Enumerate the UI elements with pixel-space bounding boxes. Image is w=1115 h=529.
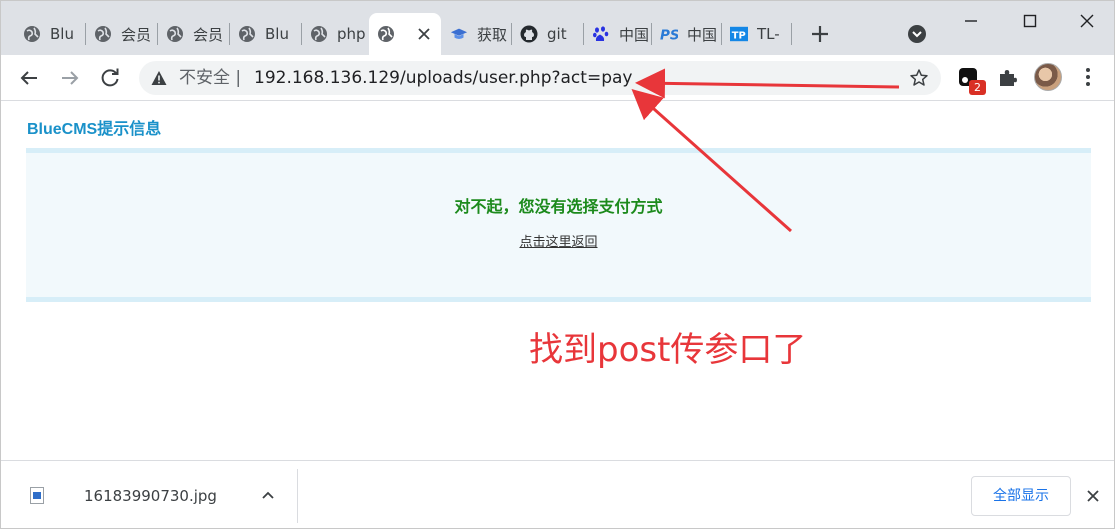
reload-icon[interactable] [97,65,123,91]
puzzle-piece-icon[interactable] [997,66,1019,88]
warning-icon[interactable] [151,70,167,86]
globe-icon [377,25,395,43]
url-text[interactable]: 192.168.136.129/uploads/user.php?act=pay [254,67,632,89]
tab-6-active[interactable] [369,13,441,55]
security-label: 不安全 | [179,68,242,88]
maximize-icon[interactable] [1018,9,1042,33]
back-link[interactable]: 点击这里返回 [26,231,1091,250]
bookmark-star-icon[interactable] [909,68,929,88]
tab-2[interactable]: 会员 [86,13,156,55]
tp-logo-icon: TP [730,25,748,43]
kebab-menu-icon[interactable] [1079,65,1097,89]
download-file-name[interactable]: 16183990730.jpg [84,487,217,505]
close-tab-icon[interactable] [415,25,433,43]
site-title: BlueCMS提示信息 [27,121,162,138]
globe-icon [310,25,328,43]
message-box: 对不起，您没有选择支付方式 点击这里返回 [26,148,1091,302]
tab-label: Blu [50,25,74,43]
close-download-bar-icon[interactable] [1085,488,1101,504]
page-content: BlueCMS提示信息 对不起，您没有选择支付方式 点击这里返回 [1,101,1114,460]
tab-1[interactable]: Blu [15,13,83,55]
tab-label: 中国 [619,25,650,44]
tab-search-icon[interactable] [906,23,928,45]
show-all-button[interactable]: 全部显示 [971,476,1071,516]
tab-strip: Blu 会员 会员 Blu php 获取 git 中国 PS 中国 TP TL- [1,1,1114,55]
github-icon [520,25,538,43]
tab-4[interactable]: Blu [230,13,300,55]
profile-avatar[interactable] [1034,63,1062,91]
globe-icon [166,25,184,43]
tab-11[interactable]: TP TL- [722,13,790,55]
annotation-note: 找到post传参口了 [529,330,807,370]
tab-label: 会员 [193,25,224,44]
globe-icon [23,25,41,43]
graduation-cap-icon [450,25,468,43]
tab-7[interactable]: 获取 [442,13,510,55]
tab-10[interactable]: PS 中国 [652,13,720,55]
download-bar: 16183990730.jpg 全部显示 [1,460,1114,528]
tab-label: 获取 [477,25,508,44]
minimize-icon[interactable] [959,9,983,33]
globe-icon [94,25,112,43]
tab-3[interactable]: 会员 [158,13,228,55]
svg-text:TP: TP [732,31,746,42]
extension-badge-count: 2 [969,80,986,95]
error-message: 对不起，您没有选择支付方式 [454,197,663,216]
globe-icon [238,25,256,43]
browser-toolbar: 不安全 | 192.168.136.129/uploads/user.php?a… [1,55,1114,101]
tab-9[interactable]: 中国 [584,13,650,55]
tab-8[interactable]: git [512,13,582,55]
image-file-icon [30,487,44,504]
address-bar[interactable]: 不安全 | 192.168.136.129/uploads/user.php?a… [139,61,941,95]
browser-window: Blu 会员 会员 Blu php 获取 git 中国 PS 中国 TP TL-… [0,0,1115,529]
svg-text:PS: PS [660,27,678,43]
forward-arrow-icon[interactable] [57,65,83,91]
back-arrow-icon[interactable] [16,65,42,91]
chevron-up-icon[interactable] [260,487,276,503]
ps-logo-icon: PS [660,25,678,43]
new-tab-icon[interactable] [807,21,833,47]
close-window-icon[interactable] [1075,9,1099,33]
tab-label: 会员 [121,25,152,44]
tab-label: git [547,25,567,43]
tab-label: TL- [757,25,780,43]
tab-label: Blu [265,25,289,43]
tab-label: 中国 [687,25,718,44]
tab-5[interactable]: php [302,13,368,55]
tab-separator [791,23,792,45]
baidu-paw-icon [592,25,610,43]
tab-label: php [337,25,366,43]
download-separator [297,469,298,523]
